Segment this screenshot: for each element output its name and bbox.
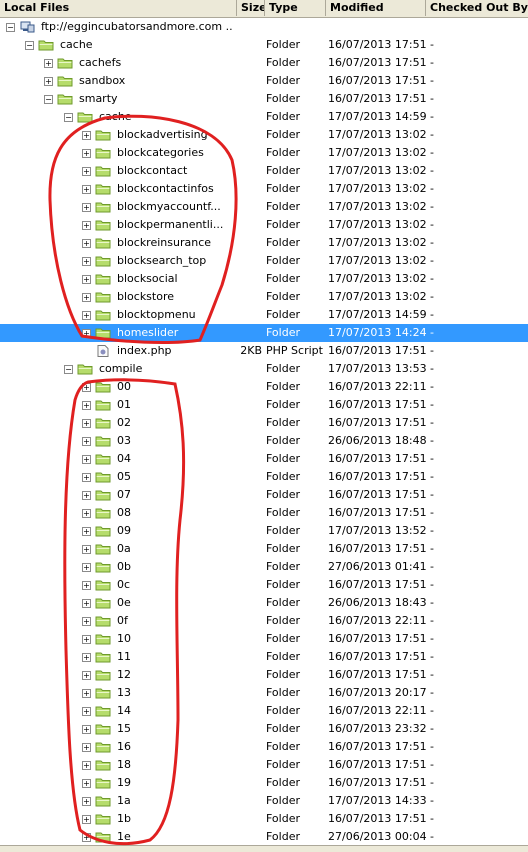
annotation-overlay <box>48 114 238 846</box>
annotation-circle-compile-folders <box>63 378 186 846</box>
annotation-circle-cache-folders <box>48 114 238 345</box>
